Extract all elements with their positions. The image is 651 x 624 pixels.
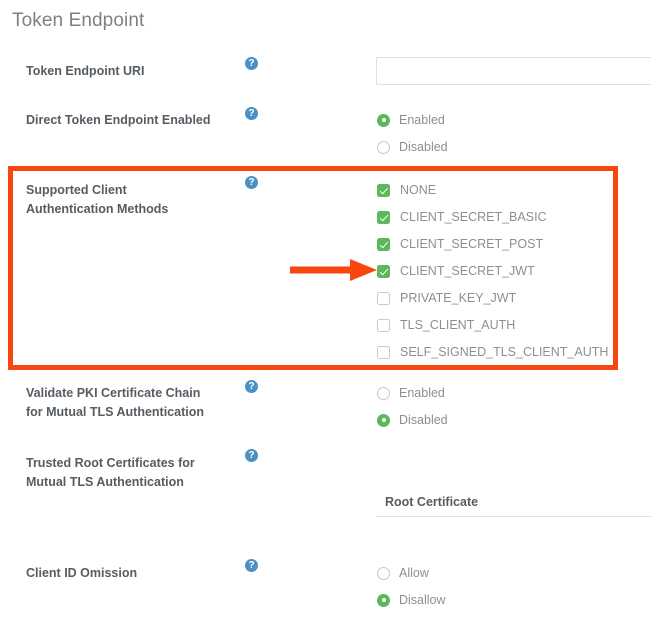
label-direct-token-endpoint-enabled: Direct Token Endpoint Enabled — [26, 113, 211, 127]
checkbox-indicator-unchecked — [377, 291, 390, 305]
radio-direct-token-endpoint-enabled-enabled[interactable]: Enabled — [377, 111, 445, 129]
checkbox-indicator-checked — [377, 183, 390, 197]
checkbox-indicator-checked — [377, 264, 390, 278]
label-supported-client-authentication-methods: Supported Client Authentication Methods — [26, 181, 236, 219]
help-icon-direct-token-endpoint-enabled[interactable]: ? — [245, 107, 258, 120]
checkbox-label: CLIENT_SECRET_POST — [400, 237, 544, 251]
radio-indicator-selected — [377, 413, 390, 427]
checkbox-none[interactable]: NONE — [377, 181, 436, 199]
checkbox-indicator-unchecked — [377, 345, 390, 359]
checkbox-indicator-checked — [377, 210, 390, 224]
checkbox-label: CLIENT_SECRET_BASIC — [400, 210, 547, 224]
checkbox-private-key-jwt[interactable]: PRIVATE_KEY_JWT — [377, 289, 516, 307]
label-validate-pki-certificate-chain: Validate PKI Certificate Chain for Mutua… — [26, 384, 236, 422]
radio-label: Enabled — [399, 386, 445, 400]
page-title: Token Endpoint — [12, 10, 145, 31]
label-line-1: Validate PKI Certificate Chain — [26, 386, 201, 400]
radio-indicator-unselected — [377, 566, 390, 580]
help-icon-validate-pki-certificate-chain[interactable]: ? — [245, 380, 258, 393]
radio-indicator-selected — [377, 113, 390, 127]
label-line-1: Supported Client — [26, 183, 127, 197]
label-token-endpoint-uri: Token Endpoint URI — [26, 64, 145, 78]
checkbox-client-secret-basic[interactable]: CLIENT_SECRET_BASIC — [377, 208, 547, 226]
label-line-2: Authentication Methods — [26, 202, 169, 216]
checkbox-indicator-checked — [377, 237, 390, 251]
radio-validate-pki-disabled[interactable]: Disabled — [377, 411, 448, 429]
radio-label: Disabled — [399, 413, 448, 427]
token-endpoint-settings-page: Token Endpoint Token Endpoint URI ? Dire… — [0, 0, 651, 624]
checkbox-indicator-unchecked — [377, 318, 390, 332]
column-header-root-certificate: Root Certificate — [385, 495, 479, 509]
help-icon-client-id-omission[interactable]: ? — [245, 559, 258, 572]
radio-label: Disabled — [399, 140, 448, 154]
label-client-id-omission: Client ID Omission — [26, 566, 138, 580]
radio-indicator-unselected — [377, 386, 390, 400]
radio-label: Allow — [399, 566, 429, 580]
label-trusted-root-certificates: Trusted Root Certificates for Mutual TLS… — [26, 454, 236, 492]
arrow-annotation-icon — [290, 259, 377, 281]
radio-direct-token-endpoint-enabled-disabled[interactable]: Disabled — [377, 138, 448, 156]
radio-label: Disallow — [399, 593, 446, 607]
checkbox-label: NONE — [400, 183, 437, 197]
checkbox-client-secret-jwt[interactable]: CLIENT_SECRET_JWT — [377, 262, 535, 280]
checkbox-label: TLS_CLIENT_AUTH — [400, 318, 516, 332]
checkbox-label: CLIENT_SECRET_JWT — [400, 264, 535, 278]
radio-indicator-unselected — [377, 140, 390, 154]
checkbox-self-signed-tls-client-auth[interactable]: SELF_SIGNED_TLS_CLIENT_AUTH — [377, 343, 608, 361]
label-line-1: Trusted Root Certificates for — [26, 456, 195, 470]
help-icon-trusted-root-certificates[interactable]: ? — [245, 449, 258, 462]
radio-indicator-selected — [377, 593, 390, 607]
label-line-2: Mutual TLS Authentication — [26, 475, 184, 489]
radio-validate-pki-enabled[interactable]: Enabled — [377, 384, 445, 402]
radio-client-id-omission-allow[interactable]: Allow — [377, 564, 429, 582]
radio-client-id-omission-disallow[interactable]: Disallow — [377, 591, 446, 609]
checkbox-tls-client-auth[interactable]: TLS_CLIENT_AUTH — [377, 316, 515, 334]
radio-label: Enabled — [399, 113, 445, 127]
root-certificate-table-divider — [376, 516, 651, 517]
checkbox-client-secret-post[interactable]: CLIENT_SECRET_POST — [377, 235, 543, 253]
token-endpoint-uri-input[interactable] — [376, 57, 651, 85]
help-icon-token-endpoint-uri[interactable]: ? — [245, 57, 258, 70]
help-icon-supported-client-authentication-methods[interactable]: ? — [245, 176, 258, 189]
checkbox-label: PRIVATE_KEY_JWT — [400, 291, 517, 305]
checkbox-label: SELF_SIGNED_TLS_CLIENT_AUTH — [400, 345, 609, 359]
label-line-2: for Mutual TLS Authentication — [26, 405, 204, 419]
